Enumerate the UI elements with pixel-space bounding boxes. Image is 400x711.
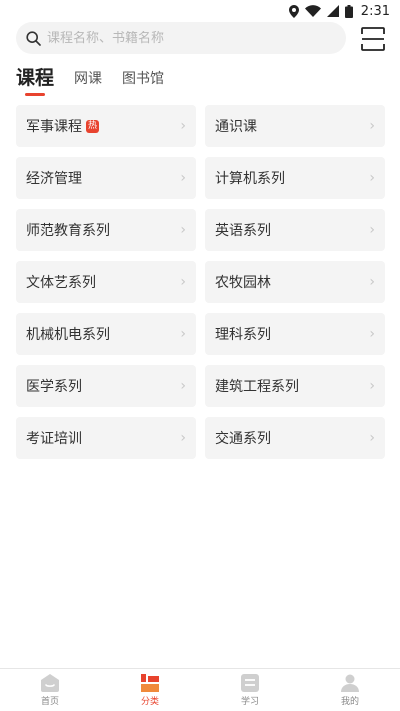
category-item[interactable]: 英语系列 › (205, 209, 385, 251)
category-label: 文体艺系列 (26, 275, 96, 291)
chevron-right-icon: › (180, 170, 186, 186)
chevron-right-icon: › (369, 326, 375, 342)
chevron-right-icon: › (180, 222, 186, 238)
category-tabs: 课程 网课 图书馆 (16, 62, 164, 96)
home-icon (41, 673, 59, 692)
category-label: 医学系列 (26, 379, 82, 395)
category-label: 军事课程 (26, 119, 82, 135)
chevron-right-icon: › (180, 430, 186, 446)
tab-courses[interactable]: 课程 (16, 63, 54, 96)
nav-study[interactable]: 学习 (220, 673, 280, 707)
category-label: 机械机电系列 (26, 327, 110, 343)
search-icon (26, 30, 41, 46)
chevron-right-icon: › (369, 430, 375, 446)
category-item[interactable]: 文体艺系列 › (16, 261, 196, 303)
scan-icon[interactable] (360, 26, 386, 52)
search-input[interactable] (47, 30, 317, 46)
category-item[interactable]: 医学系列 › (16, 365, 196, 407)
category-item[interactable]: 理科系列 › (205, 313, 385, 355)
nav-profile[interactable]: 我的 (320, 674, 380, 707)
category-icon (141, 673, 159, 692)
category-item[interactable]: 经济管理 › (16, 157, 196, 199)
category-item[interactable]: 师范教育系列 › (16, 209, 196, 251)
chevron-right-icon: › (369, 170, 375, 186)
wifi-icon (304, 5, 321, 17)
battery-icon (344, 4, 353, 18)
chevron-right-icon: › (180, 118, 186, 134)
category-item[interactable]: 通识课 › (205, 105, 385, 147)
category-label: 考证培训 (26, 431, 82, 447)
chevron-right-icon: › (369, 378, 375, 394)
nav-label: 学习 (240, 696, 259, 707)
category-item[interactable]: 机械机电系列 › (16, 313, 196, 355)
category-item[interactable]: 计算机系列 › (205, 157, 385, 199)
profile-icon (341, 674, 359, 692)
status-bar: 2:31 (0, 0, 400, 22)
chevron-right-icon: › (180, 274, 186, 290)
location-icon (288, 4, 299, 18)
signal-icon (326, 5, 339, 17)
study-icon (241, 673, 259, 692)
chevron-right-icon: › (369, 118, 375, 134)
category-label: 通识课 (215, 119, 257, 135)
chevron-right-icon: › (369, 222, 375, 238)
nav-label: 我的 (340, 696, 359, 707)
category-label: 计算机系列 (215, 171, 285, 187)
tab-library[interactable]: 图书馆 (122, 68, 164, 96)
category-label: 交通系列 (215, 431, 271, 447)
category-item[interactable]: 建筑工程系列 › (205, 365, 385, 407)
nav-label: 首页 (40, 696, 59, 707)
nav-category[interactable]: 分类 (120, 673, 180, 707)
category-label: 建筑工程系列 (215, 379, 299, 395)
category-label: 农牧园林 (215, 275, 271, 291)
chevron-right-icon: › (369, 274, 375, 290)
chevron-right-icon: › (180, 326, 186, 342)
category-label: 英语系列 (215, 223, 271, 239)
bottom-nav: 首页 分类 学习 我的 (0, 668, 400, 711)
category-label: 理科系列 (215, 327, 271, 343)
category-item[interactable]: 农牧园林 › (205, 261, 385, 303)
category-label: 师范教育系列 (26, 223, 110, 239)
search-box[interactable] (16, 22, 346, 54)
tab-online-courses[interactable]: 网课 (74, 68, 102, 96)
chevron-right-icon: › (180, 378, 186, 394)
nav-label: 分类 (140, 696, 159, 707)
search-row (0, 22, 400, 56)
nav-home[interactable]: 首页 (20, 673, 80, 707)
category-item[interactable]: 考证培训 › (16, 417, 196, 459)
category-item[interactable]: 军事课程 热 › (16, 105, 196, 147)
hot-badge: 热 (86, 119, 100, 133)
category-label: 经济管理 (26, 171, 82, 187)
category-item[interactable]: 交通系列 › (205, 417, 385, 459)
status-time: 2:31 (360, 3, 390, 19)
category-grid: 军事课程 热 › 通识课 › 经济管理 › 计算机系列 › 师范教育系列 › 英… (16, 105, 385, 459)
